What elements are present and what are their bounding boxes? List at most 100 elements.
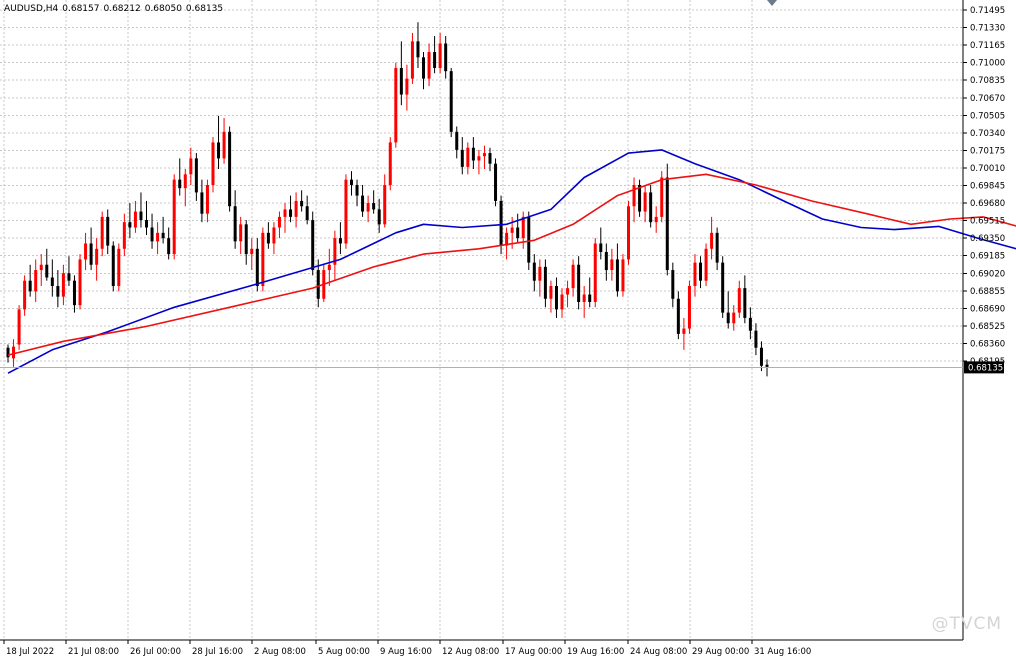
candle-body [427,52,431,79]
candle-body [621,259,625,292]
candle-body [466,147,470,167]
candle-body [732,312,736,324]
candle-body [289,209,293,217]
candle [78,254,82,310]
candle-body [577,264,581,302]
candle-body [89,243,93,265]
candle-body [327,264,331,271]
y-tick-label: 0.71000 [970,59,1005,69]
x-tick-label: 26 Jul 00:00 [130,647,181,657]
current-price-label: 0.68135 [968,363,1003,373]
candle-body [765,364,769,367]
candle-body [45,264,49,278]
candle-body [200,192,204,214]
candle-body [610,259,614,271]
candle-body [255,248,259,287]
symbol-timeframe: AUDUSD,H4 [4,4,59,14]
candle-body [726,312,730,324]
candle-body [444,43,448,72]
candle-body [349,179,353,185]
candle [626,200,630,265]
y-tick-label: 0.71495 [970,6,1005,16]
x-tick-label: 17 Aug 00:00 [505,647,562,657]
candle-body [743,288,747,318]
candle [117,243,121,292]
candle-body [100,216,104,249]
y-tick-label: 0.70835 [970,76,1005,86]
candle-body [554,286,558,310]
candle-body [183,174,187,189]
candle-body [217,142,221,159]
candle-body [416,41,420,58]
chart-header: AUDUSD,H4 0.68157 0.68212 0.68050 0.68135 [4,4,227,14]
x-tick-label: 31 Aug 16:00 [754,647,811,657]
candle-body [710,232,714,249]
candle-body [516,227,520,239]
candle-body [654,216,658,223]
chart-background [0,0,1016,664]
candle-body [95,248,99,265]
candle-body [355,184,359,196]
candle [311,211,315,276]
candle-body [117,248,121,287]
candle-body [266,232,270,244]
candlestick-chart[interactable]: 0.71495 0.71330 0.71165 0.71000 0.70835 0.706… [0,0,1016,664]
candle-body [399,67,403,95]
candle-body [34,270,38,292]
candle-body [311,220,315,271]
candle-body [6,347,10,358]
x-tick-label: 5 Aug 00:00 [318,647,370,657]
candle-body [366,203,370,212]
x-tick-label: 9 Aug 16:00 [380,647,432,657]
ohlc-low: 0.68050 [144,4,182,14]
candle-body [488,153,492,164]
candle-body [759,347,763,366]
x-tick-label: 12 Aug 08:00 [442,647,499,657]
candle-body [277,216,281,228]
candle-body [527,216,531,263]
candle [494,158,498,207]
candle [621,254,625,297]
ohlc-high: 0.68212 [103,4,141,14]
y-tick-label: 0.69515 [970,217,1005,227]
candle [228,126,232,212]
candle-body [372,203,376,210]
candle-body [410,41,414,79]
y-tick-label: 0.69185 [970,252,1005,262]
candle-body [150,227,154,242]
candle [638,179,642,217]
candle-body [604,251,608,271]
candle [17,305,21,350]
candle-body [72,280,76,306]
candle-body [133,211,137,228]
y-tick-label: 0.71165 [970,41,1005,51]
candle-body [615,259,619,292]
candle-body [12,346,16,359]
candle-body [521,216,525,239]
y-tick-label: 0.70505 [970,111,1005,121]
candle [704,243,708,287]
candle-body [499,200,503,246]
candle-body [361,195,365,212]
candle-body [394,67,398,143]
candle-body [593,243,597,302]
candle-body [571,264,575,289]
candle-body [189,158,193,175]
candle-body [676,298,680,334]
candle [111,241,115,292]
candle-body [23,280,27,310]
candle-body [211,142,215,185]
candle [665,163,669,276]
candle-body [626,206,630,260]
candle-body [682,328,686,334]
candle-body [599,243,603,252]
candle-body [638,184,642,212]
candle-body [737,288,741,313]
candle-body [704,248,708,281]
candle-body [156,232,160,242]
candle-body [671,270,675,299]
candle-body [228,131,232,207]
trading-chart-window[interactable]: 0.71495 0.71330 0.71165 0.71000 0.70835 0.706… [0,0,1016,664]
y-tick-label: 0.69845 [970,182,1005,192]
y-tick-label: 0.68690 [970,304,1005,314]
